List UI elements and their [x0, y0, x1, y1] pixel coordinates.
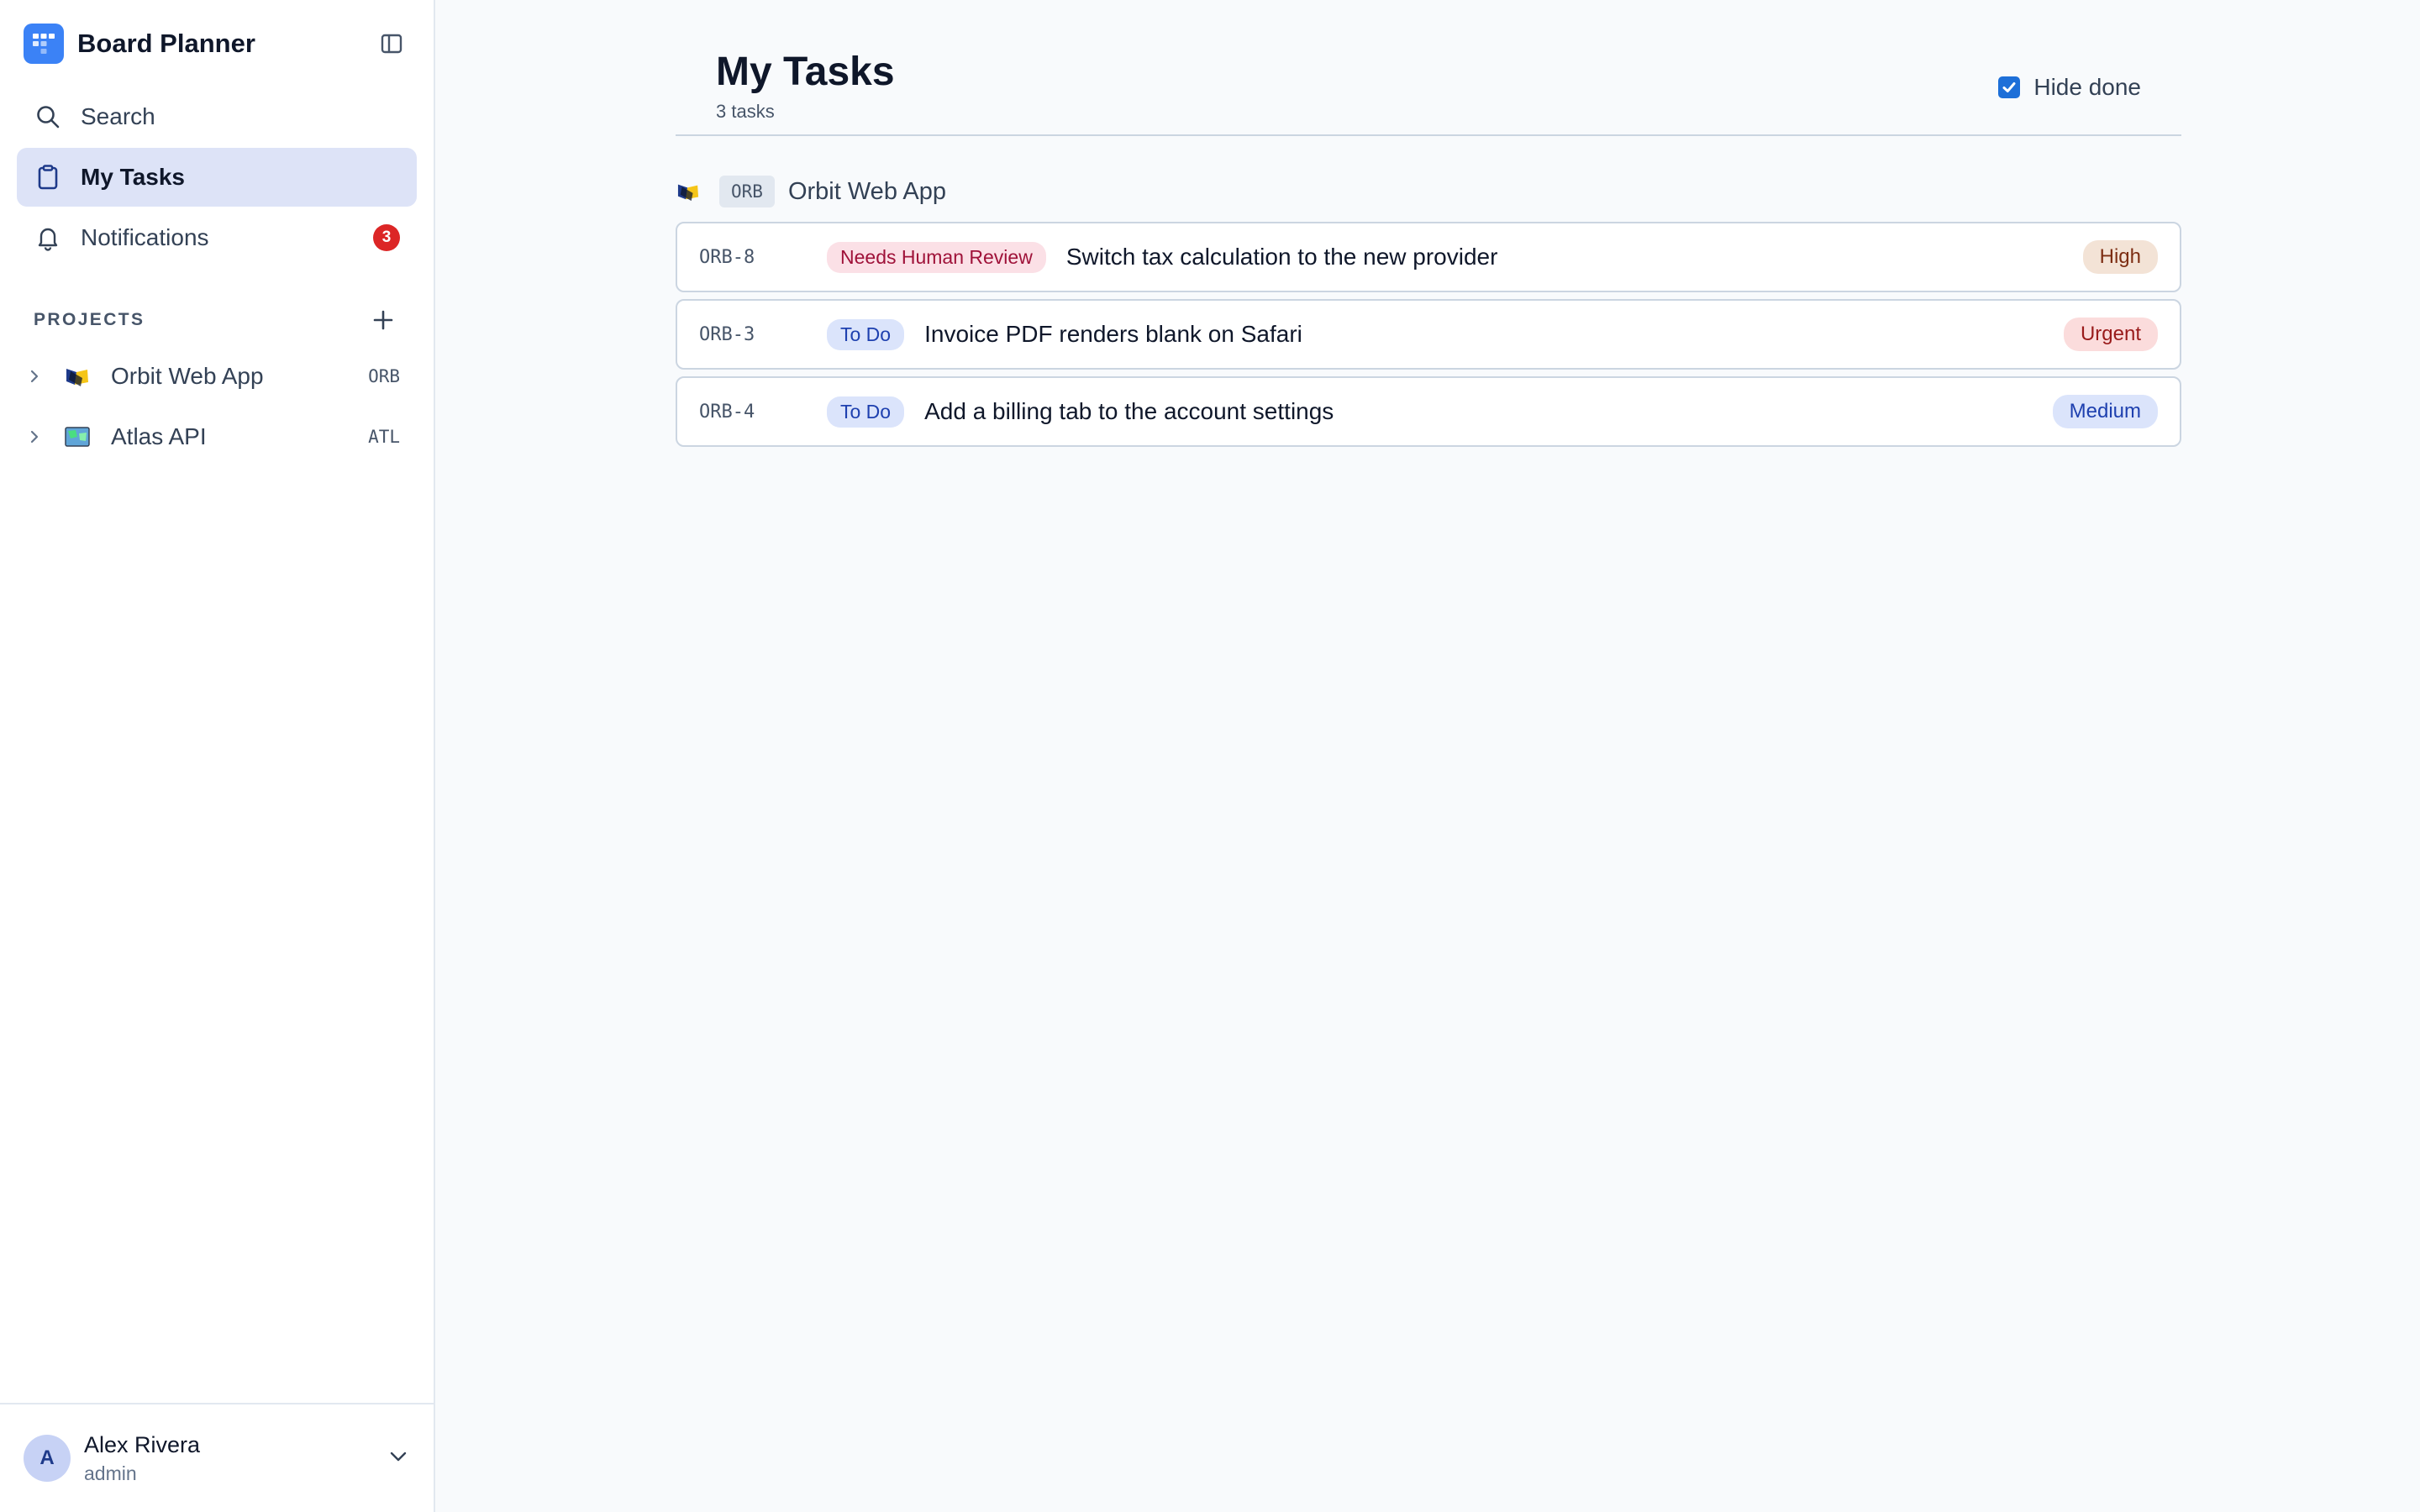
task-id: ORB-3 — [699, 323, 755, 345]
nav-item-label: Search — [81, 103, 155, 129]
projects-header: PROJECTS — [0, 294, 434, 346]
notification-count-badge: 3 — [373, 224, 400, 251]
nav-item-notifications[interactable]: Notifications 3 — [17, 208, 417, 267]
atlas-project-icon — [64, 425, 91, 449]
projects-section-title: PROJECTS — [34, 310, 145, 329]
brand: Board Planner — [0, 0, 434, 87]
task-id: ORB-4 — [699, 401, 755, 423]
search-icon — [34, 102, 62, 131]
main-content: My Tasks 3 tasks Hide done ORB Orbit Web… — [435, 0, 2420, 1512]
status-badge: To Do — [827, 396, 905, 428]
user-menu[interactable]: A Alex Rivera admin — [0, 1403, 434, 1512]
plus-icon — [373, 310, 393, 330]
page-header: My Tasks 3 tasks Hide done — [676, 0, 2181, 136]
nav-item-my-tasks[interactable]: My Tasks — [17, 148, 417, 207]
project-name: Orbit Web App — [111, 363, 264, 389]
task-count: 3 tasks — [716, 101, 775, 122]
priority-badge: High — [2082, 240, 2158, 274]
clipboard-icon — [34, 163, 62, 192]
user-meta: Alex Rivera admin — [84, 1430, 387, 1487]
hide-done-checkbox[interactable] — [1998, 76, 2021, 98]
user-role: admin — [84, 1462, 137, 1484]
board-logo-icon — [24, 24, 64, 64]
avatar: A — [24, 1435, 71, 1482]
my-tasks-panel: My Tasks 3 tasks Hide done ORB Orbit Web… — [676, 0, 2181, 447]
priority-badge: Urgent — [2063, 318, 2158, 351]
sidebar-toggle-icon — [381, 34, 402, 54]
page-title: My Tasks — [716, 50, 895, 94]
orbit-project-icon — [676, 181, 701, 202]
task-id: ORB-8 — [699, 246, 755, 268]
orbit-project-icon — [64, 365, 91, 388]
task-title: Invoice PDF renders blank on Safari — [924, 321, 1302, 347]
chevron-right-icon[interactable] — [29, 368, 45, 385]
task-row[interactable]: ORB-3 To Do Invoice PDF renders blank on… — [676, 299, 2181, 370]
project-group-header: ORB Orbit Web App — [676, 161, 946, 222]
project-key: ATL — [368, 427, 400, 447]
task-title: Switch tax calculation to the new provid… — [1065, 244, 1498, 270]
bell-icon — [34, 223, 62, 252]
task-list: ORB-8 Needs Human Review Switch tax calc… — [676, 222, 2181, 454]
app-root: Board Planner Search My Tasks Notificati… — [0, 0, 2420, 1512]
task-row[interactable]: ORB-8 Needs Human Review Switch tax calc… — [676, 222, 2181, 292]
task-row[interactable]: ORB-4 To Do Add a billing tab to the acc… — [676, 376, 2181, 447]
group-project-key: ORB — [719, 176, 775, 207]
nav-item-search[interactable]: Search — [17, 87, 417, 146]
app-title: Board Planner — [77, 29, 255, 58]
project-key: ORB — [368, 366, 400, 386]
chevron-right-icon[interactable] — [29, 428, 45, 445]
project-name: Atlas API — [111, 423, 207, 449]
hide-done-label: Hide done — [2033, 74, 2141, 100]
task-title: Add a billing tab to the account setting… — [924, 398, 1334, 424]
sidebar-toggle-button[interactable] — [373, 25, 410, 62]
nav-item-label: Notifications — [81, 224, 209, 250]
group-project-name: Orbit Web App — [787, 177, 946, 205]
chevron-down-icon[interactable] — [387, 1445, 410, 1473]
sidebar: Board Planner Search My Tasks Notificati… — [0, 0, 435, 1512]
status-badge: To Do — [827, 318, 905, 350]
priority-badge: Medium — [2052, 395, 2158, 428]
user-name: Alex Rivera — [84, 1432, 201, 1457]
main-nav: Search My Tasks Notifications 3 — [0, 87, 434, 269]
checkmark-icon — [2002, 82, 2016, 92]
project-item-orbit-web-app[interactable]: Orbit Web App ORB — [0, 346, 434, 407]
status-badge: Needs Human Review — [827, 241, 1046, 273]
project-item-atlas-api[interactable]: Atlas API ATL — [0, 407, 434, 467]
hide-done-toggle[interactable]: Hide done — [1998, 74, 2141, 101]
nav-item-label: My Tasks — [81, 164, 185, 190]
add-project-button[interactable] — [366, 303, 400, 337]
